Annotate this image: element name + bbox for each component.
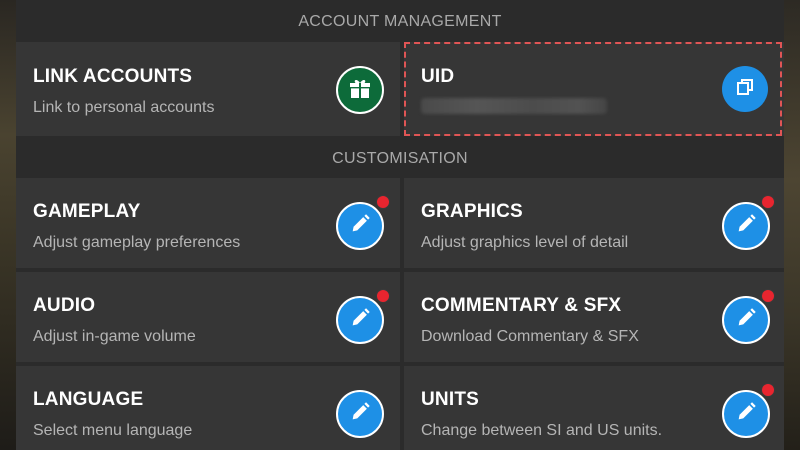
setting-card-commentary-sfx[interactable]: COMMENTARY & SFX Download Commentary & S… <box>404 272 784 362</box>
link-accounts-card[interactable]: LINK ACCOUNTS Link to personal accounts <box>16 42 400 136</box>
link-accounts-title: LINK ACCOUNTS <box>33 66 193 87</box>
pencil-icon <box>349 307 371 334</box>
setting-title: GAMEPLAY <box>33 201 141 222</box>
setting-card-graphics[interactable]: GRAPHICS Adjust graphics level of detail <box>404 178 784 268</box>
setting-title: COMMENTARY & SFX <box>421 295 622 316</box>
setting-subtitle: Select menu language <box>33 422 193 439</box>
copy-uid-button[interactable] <box>722 66 768 112</box>
setting-title: UNITS <box>421 389 479 410</box>
setting-subtitle: Adjust gameplay preferences <box>33 234 241 251</box>
pencil-icon <box>735 401 757 428</box>
uid-title: UID <box>421 66 455 87</box>
notification-dot <box>376 195 390 209</box>
edit-audio-button[interactable] <box>336 296 384 344</box>
setting-subtitle: Adjust in-game volume <box>33 328 196 345</box>
setting-title: AUDIO <box>33 295 96 316</box>
link-accounts-subtitle: Link to personal accounts <box>33 99 215 116</box>
edit-commentary-sfx-button[interactable] <box>722 296 770 344</box>
setting-subtitle: Download Commentary & SFX <box>421 328 639 345</box>
uid-card: UID <box>404 42 784 136</box>
pencil-icon <box>349 401 371 428</box>
pencil-icon <box>735 307 757 334</box>
edit-units-button[interactable] <box>722 390 770 438</box>
setting-subtitle: Change between SI and US units. <box>421 422 663 439</box>
section-header-account-management: ACCOUNT MANAGEMENT <box>298 13 502 30</box>
notification-dot <box>376 289 390 303</box>
notification-dot <box>761 383 775 397</box>
pencil-icon <box>349 213 371 240</box>
setting-card-language[interactable]: LANGUAGE Select menu language <box>16 366 400 450</box>
setting-subtitle: Adjust graphics level of detail <box>421 234 629 251</box>
copy-icon <box>734 76 756 103</box>
uid-value-redacted <box>421 98 607 114</box>
link-accounts-button[interactable] <box>336 66 384 114</box>
edit-gameplay-button[interactable] <box>336 202 384 250</box>
pencil-icon <box>735 213 757 240</box>
setting-title: GRAPHICS <box>421 201 523 222</box>
edit-graphics-button[interactable] <box>722 202 770 250</box>
notification-dot <box>761 195 775 209</box>
setting-card-audio[interactable]: AUDIO Adjust in-game volume <box>16 272 400 362</box>
setting-card-gameplay[interactable]: GAMEPLAY Adjust gameplay preferences <box>16 178 400 268</box>
gift-icon <box>348 76 372 105</box>
edit-language-button[interactable] <box>336 390 384 438</box>
notification-dot <box>761 289 775 303</box>
setting-title: LANGUAGE <box>33 389 144 410</box>
settings-panel: ACCOUNT MANAGEMENT LINK ACCOUNTS Link to… <box>16 0 784 450</box>
settings-screen: ACCOUNT MANAGEMENT LINK ACCOUNTS Link to… <box>0 0 800 450</box>
setting-card-units[interactable]: UNITS Change between SI and US units. <box>404 366 784 450</box>
section-header-customisation: CUSTOMISATION <box>332 150 468 167</box>
